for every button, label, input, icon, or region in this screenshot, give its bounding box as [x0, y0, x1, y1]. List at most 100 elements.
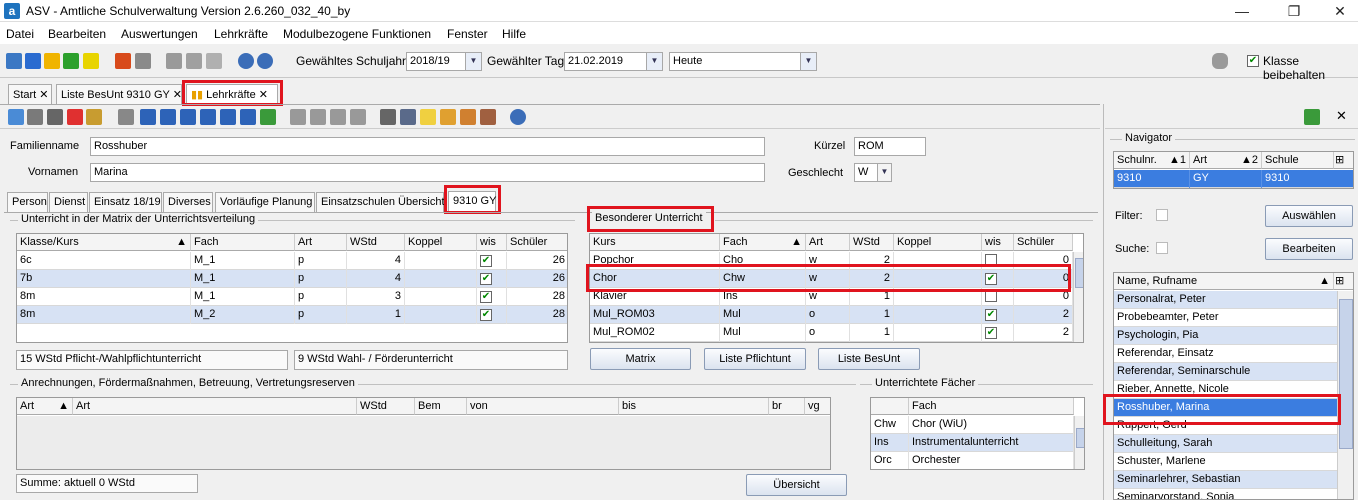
- col-wstd[interactable]: WStd: [850, 234, 894, 251]
- table-row[interactable]: 8m M_1 p 3 ✔ 28: [17, 288, 567, 306]
- teacher-list[interactable]: Name, Rufname ▲ ⊞ Personalrat, Peter Prob…: [1113, 272, 1354, 500]
- broom-icon[interactable]: [440, 109, 456, 125]
- familienname-input[interactable]: Rosshuber: [90, 137, 765, 156]
- wis-checkbox[interactable]: ✔: [985, 273, 997, 285]
- col-art[interactable]: Art: [295, 234, 347, 251]
- last-record-icon[interactable]: [240, 109, 256, 125]
- list-item[interactable]: Schuster, Marlene: [1114, 453, 1337, 471]
- flash-icon[interactable]: [206, 53, 222, 69]
- students-icon[interactable]: [63, 53, 79, 69]
- subtab-diverses[interactable]: Diverses: [163, 192, 213, 212]
- subtab-person[interactable]: Person: [7, 192, 48, 212]
- scrollbar[interactable]: [1073, 252, 1083, 342]
- refresh-icon[interactable]: [260, 109, 276, 125]
- col-koppel[interactable]: Koppel: [405, 234, 477, 251]
- school-table[interactable]: Schulnr. ▲1 Art ▲2 Schule ⊞ 9310 GY 9310: [1113, 151, 1354, 189]
- save-icon[interactable]: [27, 109, 43, 125]
- col-von[interactable]: von: [467, 398, 619, 415]
- auswaehlen-button[interactable]: Auswählen: [1265, 205, 1353, 227]
- help-icon[interactable]: [510, 109, 526, 125]
- close-icon[interactable]: ✕: [39, 89, 48, 101]
- print-icon[interactable]: [380, 109, 396, 125]
- lock-icon[interactable]: [1212, 53, 1228, 69]
- next-record-icon[interactable]: [200, 109, 216, 125]
- lightbulb-icon[interactable]: [420, 109, 436, 125]
- schuljahr-select[interactable]: 2018/19 ▼: [406, 52, 482, 71]
- wis-checkbox[interactable]: ✔: [480, 291, 492, 303]
- besonderer-table[interactable]: Kurs Fach ▲ Art WStd Koppel wis Schüler P…: [589, 233, 1084, 343]
- scroll-thumb[interactable]: [1339, 299, 1353, 449]
- help-icon[interactable]: [257, 53, 273, 69]
- close-icon[interactable]: ✕: [1336, 108, 1347, 124]
- col-art[interactable]: Art: [806, 234, 850, 251]
- col-wis[interactable]: wis: [982, 234, 1014, 251]
- schedule-icon[interactable]: [186, 53, 202, 69]
- wis-checkbox[interactable]: ✔: [985, 327, 997, 339]
- wis-checkbox[interactable]: ✔: [480, 309, 492, 321]
- wis-checkbox[interactable]: ✔: [985, 309, 997, 321]
- col-vg[interactable]: vg: [805, 398, 830, 415]
- faecher-table[interactable]: Fach Chw Chor (WiU) Ins Instrumentalunte…: [870, 397, 1085, 470]
- list-item[interactable]: Orc Orchester: [871, 452, 1074, 469]
- chevron-down-icon[interactable]: ▼: [646, 53, 662, 70]
- col-schule[interactable]: Schule: [1262, 152, 1334, 169]
- col-art[interactable]: Art ▲2: [1190, 152, 1262, 169]
- next-page-icon[interactable]: [220, 109, 236, 125]
- book-icon[interactable]: [115, 53, 131, 69]
- col-klasse[interactable]: Klasse/Kurs ▲: [17, 234, 191, 251]
- preview-icon[interactable]: [400, 109, 416, 125]
- school-icon[interactable]: [6, 53, 22, 69]
- subtab-einsatzschulen[interactable]: Einsatzschulen Übersicht: [316, 192, 445, 212]
- subtab-dienst[interactable]: Dienst: [49, 192, 88, 212]
- col-bis[interactable]: bis: [619, 398, 769, 415]
- menu-fenster[interactable]: Fenster: [447, 27, 488, 41]
- geschlecht-select[interactable]: W ▼: [854, 163, 892, 182]
- chevron-down-icon[interactable]: ▼: [800, 53, 816, 70]
- col-fach[interactable]: Fach ▲: [720, 234, 806, 251]
- liste-pflichtunt-button[interactable]: Liste Pflichtunt: [704, 348, 806, 370]
- col-wis[interactable]: wis: [477, 234, 507, 251]
- col-wstd[interactable]: WStd: [347, 234, 405, 251]
- list-item[interactable]: Seminarlehrer, Sebastian: [1114, 471, 1337, 489]
- col-fach[interactable]: Fach: [191, 234, 295, 251]
- prev-record-icon[interactable]: [180, 109, 196, 125]
- menu-bearbeiten[interactable]: Bearbeiten: [48, 27, 106, 41]
- menu-hilfe[interactable]: Hilfe: [502, 27, 526, 41]
- list-item[interactable]: Ruppert, Gerd: [1114, 417, 1337, 435]
- copy-icon[interactable]: [166, 53, 182, 69]
- info-icon[interactable]: [238, 53, 254, 69]
- list-item[interactable]: Referendar, Seminarschule: [1114, 363, 1337, 381]
- menu-modulbezogene-funktionen[interactable]: Modulbezogene Funktionen: [283, 27, 431, 41]
- scrollbar[interactable]: [1074, 416, 1084, 469]
- column-chooser-icon[interactable]: ⊞: [1334, 273, 1353, 290]
- liste-besunt-button[interactable]: Liste BesUnt: [818, 348, 920, 370]
- anrechnungen-table[interactable]: Art ▲ Art WStd Bem von bis br vg: [16, 397, 831, 470]
- document-icon[interactable]: [118, 109, 134, 125]
- arrow-left-icon[interactable]: [290, 109, 306, 125]
- table-row[interactable]: Klavier Ins w 1 0: [590, 288, 1073, 306]
- col-schulnr[interactable]: Schulnr. ▲1: [1114, 152, 1190, 169]
- wis-checkbox[interactable]: [985, 254, 997, 266]
- uebersicht-button[interactable]: Übersicht: [746, 474, 847, 496]
- menu-datei[interactable]: Datei: [6, 27, 34, 41]
- menu-auswertungen[interactable]: Auswertungen: [121, 27, 198, 41]
- scrollbar[interactable]: [1337, 291, 1353, 499]
- list-item[interactable]: Rieber, Annette, Nicole: [1114, 381, 1337, 399]
- tab-liste-besunt[interactable]: Liste BesUnt 9310 GY ✕: [56, 84, 182, 104]
- paste-icon[interactable]: [350, 109, 366, 125]
- table-row[interactable]: 6c M_1 p 4 ✔ 26: [17, 252, 567, 270]
- menu-lehrkraefte[interactable]: Lehrkräfte: [214, 27, 268, 41]
- tab-lehrkraefte[interactable]: ▮▮ Lehrkräfte ✕: [186, 84, 278, 104]
- list-item-selected[interactable]: Rosshuber, Marina: [1114, 399, 1337, 417]
- close-icon[interactable]: ✕: [1330, 2, 1350, 20]
- wis-checkbox[interactable]: [985, 290, 997, 302]
- col-schueler[interactable]: Schüler: [507, 234, 567, 251]
- edit-icon[interactable]: [86, 109, 102, 125]
- table-row[interactable]: Mul_ROM02 Mul o 1 ✔ 2: [590, 324, 1073, 342]
- list-item[interactable]: Probebeamter, Peter: [1114, 309, 1337, 327]
- heute-select[interactable]: Heute ▼: [669, 52, 817, 71]
- person-card-icon[interactable]: [480, 109, 496, 125]
- col-art-name[interactable]: Art: [73, 398, 357, 415]
- table-row[interactable]: Mul_ROM03 Mul o 1 ✔ 2: [590, 306, 1073, 324]
- scroll-thumb[interactable]: [1076, 428, 1084, 448]
